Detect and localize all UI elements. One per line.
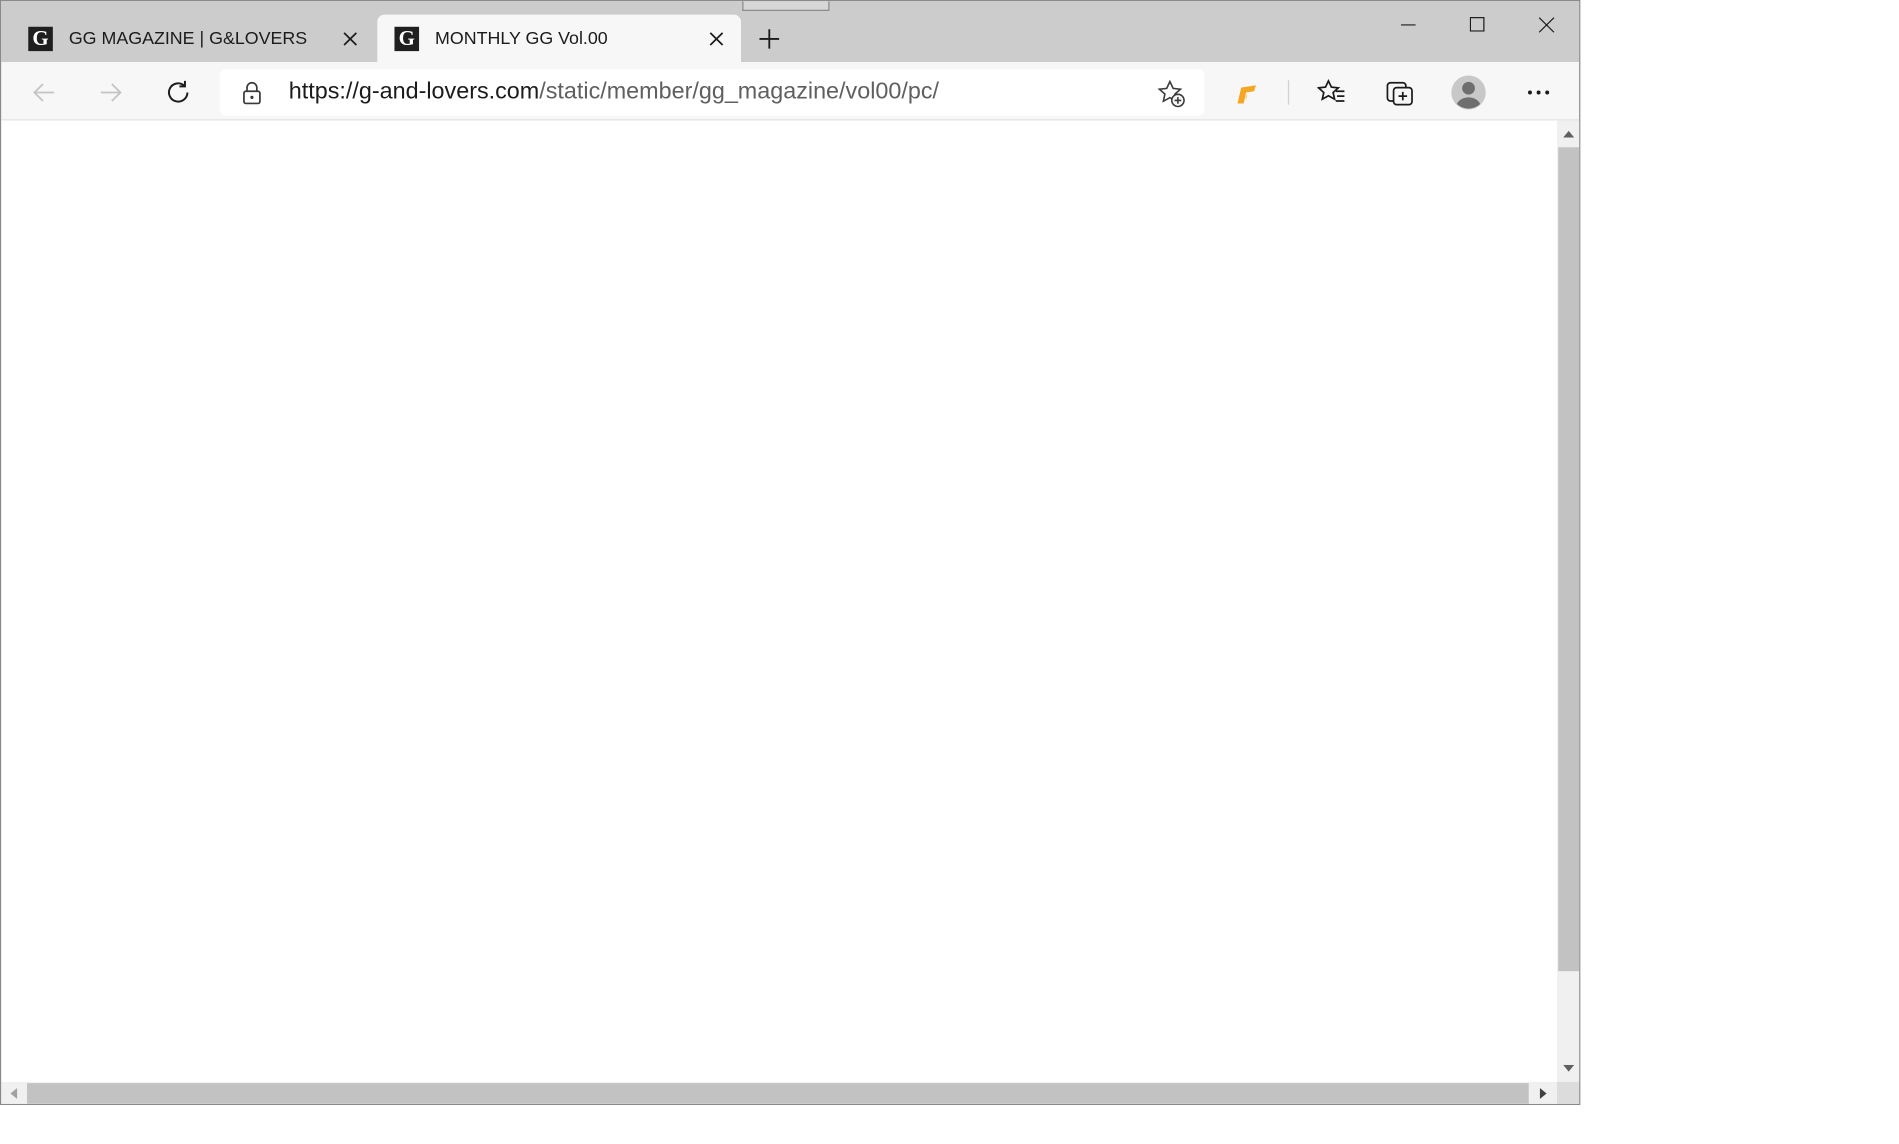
url-host: https://g-and-lovers.com: [288, 79, 540, 105]
favorites-button[interactable]: [1311, 72, 1353, 113]
tab-favicon-icon: G: [28, 26, 53, 51]
close-icon: [1538, 16, 1554, 33]
plus-icon: [759, 29, 780, 49]
scroll-left-arrow-icon[interactable]: [2, 1082, 24, 1104]
tab-favicon-icon: G: [394, 26, 420, 51]
tab-gg-magazine[interactable]: G GG MAGAZINE | G&LOVERS: [11, 15, 375, 62]
favorites-icon: [1317, 79, 1345, 102]
tab-monthly-gg[interactable]: G MONTHLY GG Vol.00: [377, 14, 742, 63]
browser-window: G GG MAGAZINE | G&LOVERS G MONTHLY GG Vo…: [0, 0, 1581, 1106]
browser-toolbar: https://g-and-lovers.com/static/member/g…: [1, 62, 1580, 121]
url-path: /static/member/gg_magazine/vol00/pc/: [539, 79, 939, 105]
scroll-right-arrow-icon[interactable]: [1532, 1082, 1554, 1104]
maximize-icon: [1469, 17, 1485, 32]
horizontal-scrollbar[interactable]: [1, 1081, 1558, 1104]
reload-icon: [168, 80, 189, 103]
collections-icon: [1386, 81, 1413, 106]
star-plus-icon[interactable]: [1156, 79, 1185, 108]
tab-title: GG MAGAZINE | G&LOVERS: [68, 28, 308, 49]
vertical-scroll-thumb[interactable]: [1558, 147, 1580, 972]
url-text[interactable]: https://g-and-lovers.com/static/member/g…: [289, 69, 939, 115]
more-icon: [1528, 90, 1550, 95]
reload-button[interactable]: [157, 72, 199, 113]
profile-icon: [1451, 75, 1486, 110]
window-close-button[interactable]: [1512, 1, 1580, 47]
vertical-scrollbar[interactable]: [1557, 120, 1580, 1082]
extension-button[interactable]: [1225, 72, 1267, 113]
tab-close-icon[interactable]: [335, 24, 364, 53]
toolbar-separator: [1287, 80, 1290, 105]
address-bar[interactable]: https://g-and-lovers.com/static/member/g…: [219, 69, 1205, 116]
more-button[interactable]: [1518, 72, 1560, 113]
arrow-right-icon: [100, 83, 122, 102]
collections-button[interactable]: [1379, 72, 1421, 113]
minimize-icon: [1400, 24, 1416, 26]
profile-button[interactable]: [1448, 72, 1490, 113]
forward-button[interactable]: [90, 72, 132, 113]
scroll-up-arrow-icon[interactable]: [1557, 123, 1579, 145]
window-drag-handle[interactable]: [742, 1, 830, 11]
arrow-left-icon: [33, 83, 55, 102]
tab-strip: G GG MAGAZINE | G&LOVERS G MONTHLY GG Vo…: [1, 1, 1580, 63]
tab-title: MONTHLY GG Vol.00: [435, 28, 608, 49]
new-tab-button[interactable]: [751, 21, 788, 58]
minimize-button[interactable]: [1374, 1, 1443, 47]
back-button[interactable]: [23, 72, 65, 113]
extension-icon: [1237, 85, 1256, 104]
horizontal-scroll-thumb[interactable]: [27, 1083, 1529, 1104]
tab-close-icon[interactable]: [702, 24, 731, 53]
maximize-button[interactable]: [1443, 1, 1512, 47]
lock-icon[interactable]: [240, 80, 265, 104]
page-content[interactable]: [1, 120, 1558, 1082]
scrollbar-corner: [1557, 1081, 1580, 1104]
scroll-down-arrow-icon[interactable]: [1557, 1058, 1579, 1080]
